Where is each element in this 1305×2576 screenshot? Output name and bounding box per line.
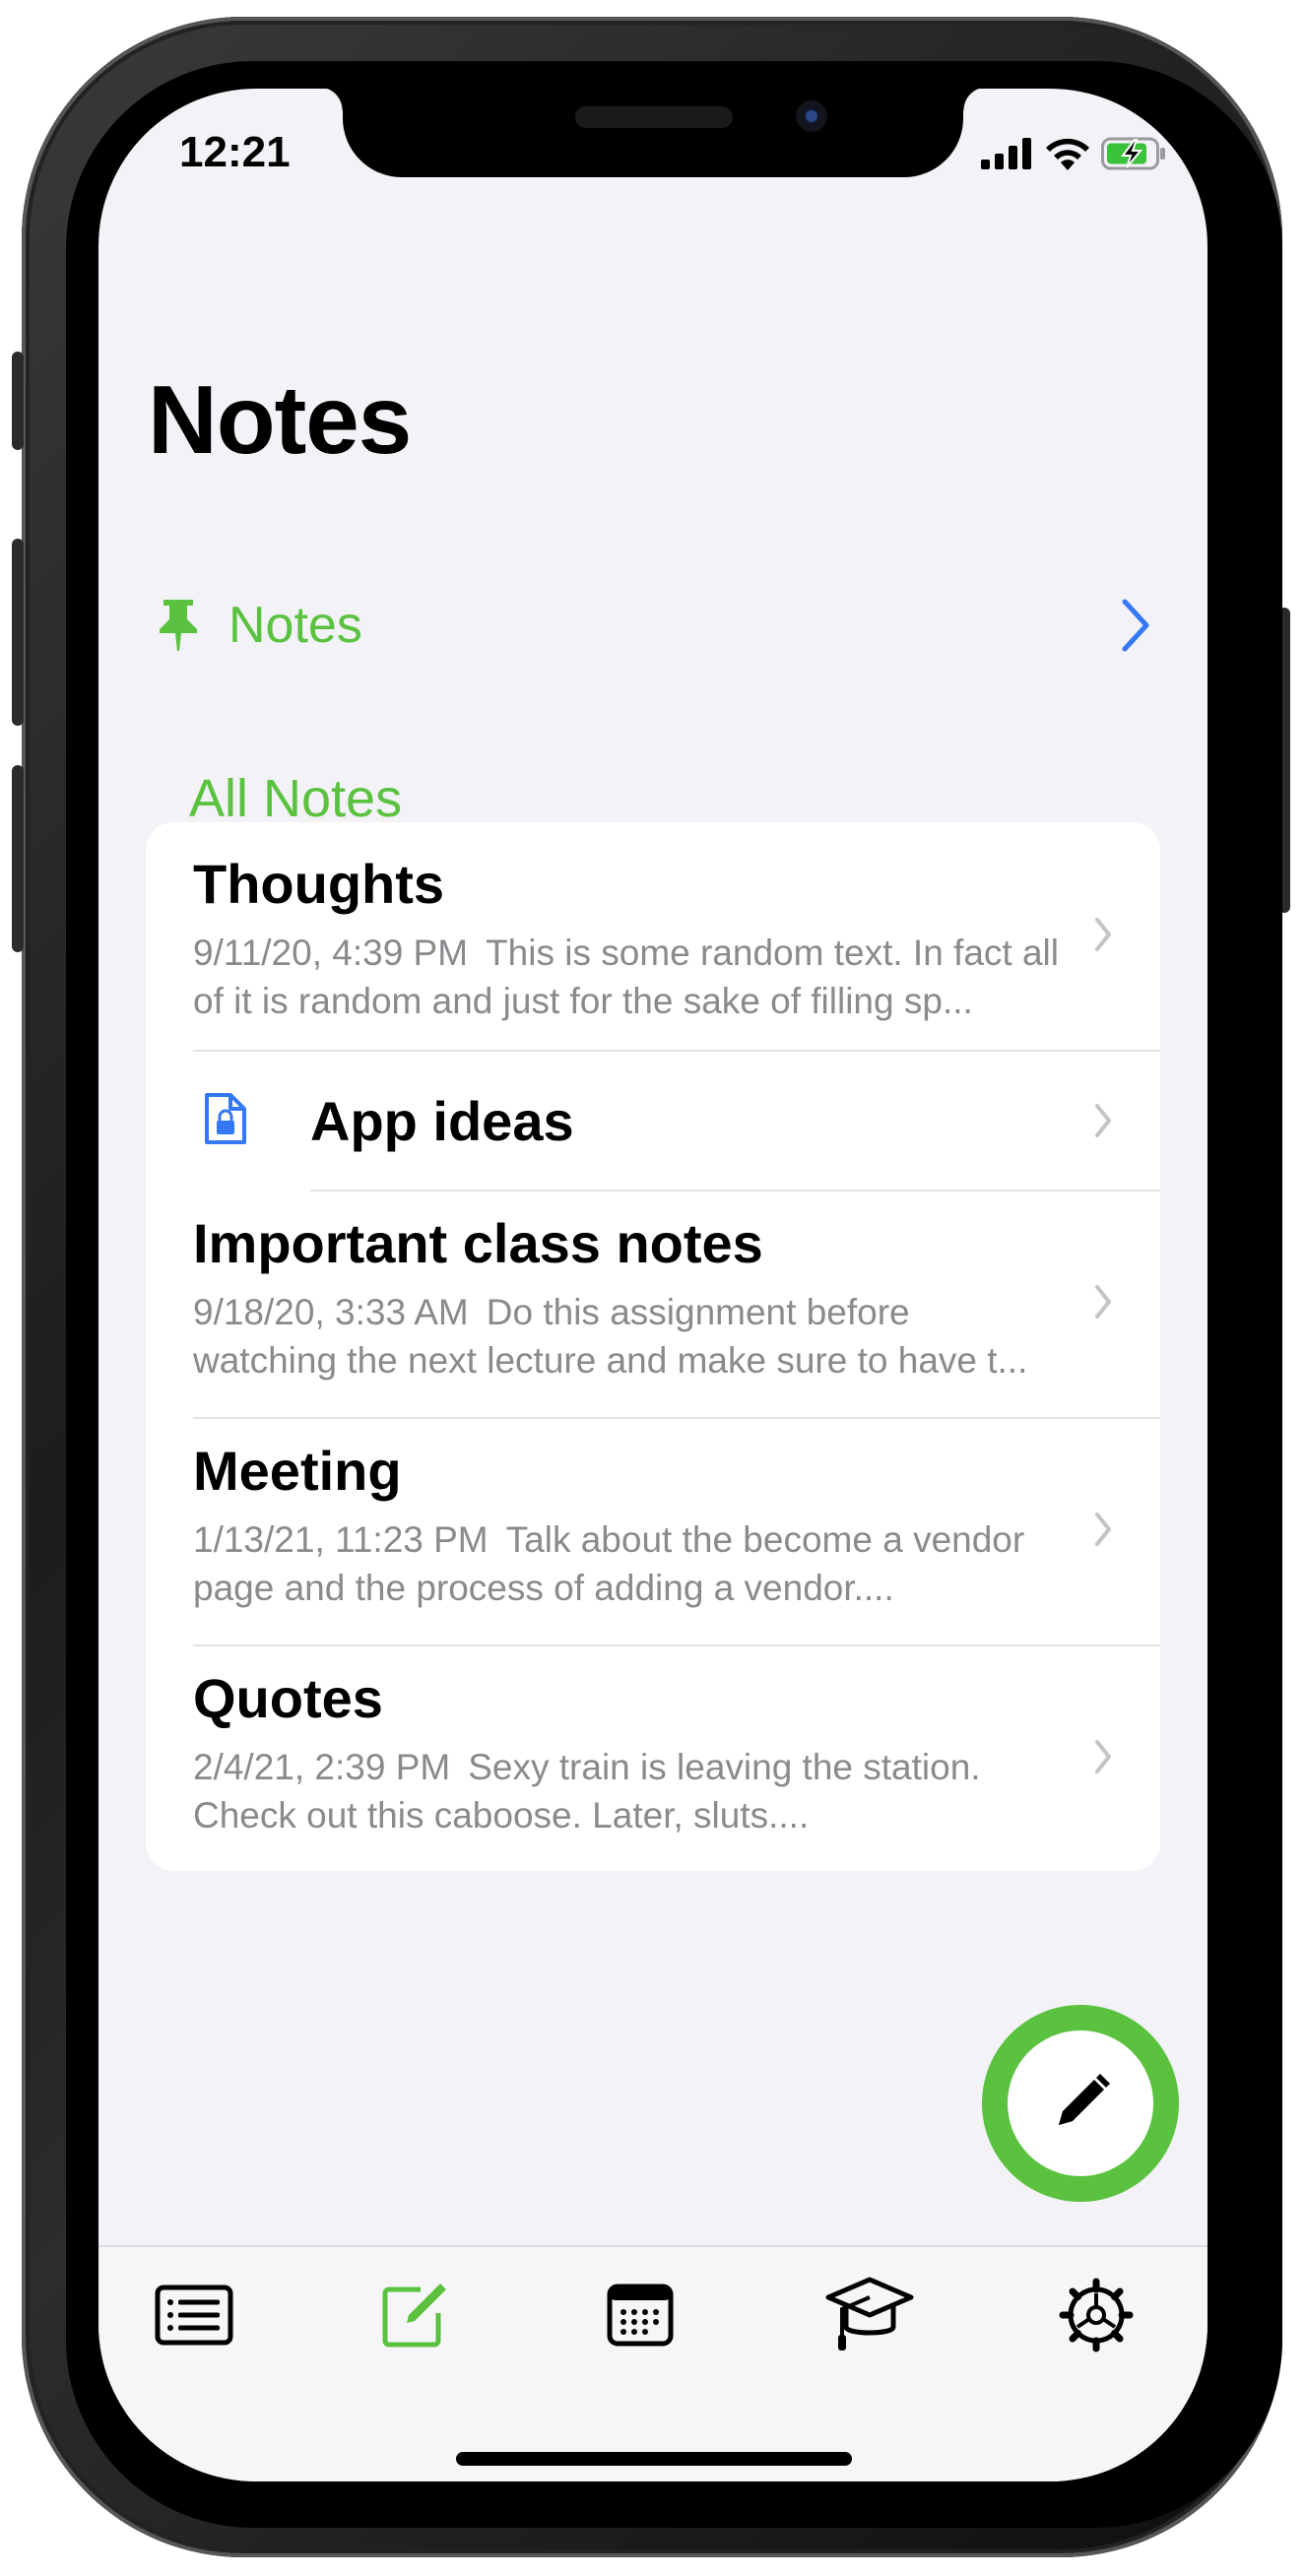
list-icon xyxy=(155,2285,233,2346)
page-title: Notes xyxy=(148,365,412,474)
speaker xyxy=(575,106,733,128)
wifi-icon xyxy=(1046,138,1089,170)
note-date: 1/13/21, 11:23 PM xyxy=(193,1519,489,1560)
graduation-cap-icon xyxy=(825,2277,914,2351)
note-date: 9/11/20, 4:39 PM xyxy=(193,933,469,973)
new-note-button-inner xyxy=(1008,2030,1153,2176)
chevron-right-icon xyxy=(1095,1104,1111,1137)
tab-bar xyxy=(98,2245,1207,2481)
chevron-right-icon xyxy=(1122,599,1149,652)
battery-icon xyxy=(1101,137,1165,170)
chevron-right-icon xyxy=(1095,918,1111,951)
note-subtitle: 1/13/21, 11:23 PM Talk about the become a… xyxy=(193,1515,1060,1612)
screen: 12:21 Notes Notes All Notes Thoughts 9/1… xyxy=(98,89,1207,2481)
locked-document-icon xyxy=(205,1093,246,1144)
note-date: 2/4/21, 2:39 PM xyxy=(193,1747,451,1787)
note-subtitle: 9/11/20, 4:39 PM This is some random text… xyxy=(193,929,1060,1025)
calendar-icon xyxy=(607,2284,674,2347)
note-title: App ideas xyxy=(310,1090,574,1152)
status-time: 12:21 xyxy=(179,128,291,176)
tab-classes[interactable] xyxy=(816,2271,924,2359)
pencil-icon xyxy=(1059,2074,1110,2125)
note-date: 9/18/20, 3:33 AM xyxy=(193,1292,469,1332)
section-header: All Notes xyxy=(189,769,403,828)
note-row-meeting[interactable]: Meeting 1/13/21, 11:23 PM Talk about the … xyxy=(146,1419,1160,1644)
note-row-important-class-notes[interactable]: Important class notes 9/18/20, 3:33 AM Do… xyxy=(146,1191,1160,1417)
front-camera xyxy=(796,100,827,132)
notes-list: Thoughts 9/11/20, 4:39 PM This is some ra… xyxy=(146,822,1160,1871)
compose-icon xyxy=(382,2284,446,2348)
tab-calendar[interactable] xyxy=(586,2271,694,2359)
new-note-button[interactable] xyxy=(982,2005,1179,2202)
note-subtitle: 2/4/21, 2:39 PM Sexy train is leaving the… xyxy=(193,1743,1060,1839)
tab-notes-list[interactable] xyxy=(140,2271,248,2359)
pinned-folder-row[interactable]: Notes xyxy=(158,586,1152,665)
pinned-folder-label: Notes xyxy=(228,597,362,654)
note-row-quotes[interactable]: Quotes 2/4/21, 2:39 PM Sexy train is leav… xyxy=(146,1646,1160,1871)
chevron-right-icon xyxy=(1095,1285,1111,1319)
mute-switch xyxy=(12,352,24,450)
chevron-right-icon xyxy=(1095,1740,1111,1773)
gear-icon xyxy=(1059,2278,1134,2352)
note-title: Thoughts xyxy=(193,853,445,915)
notch xyxy=(319,89,987,177)
note-row-thoughts[interactable]: Thoughts 9/11/20, 4:39 PM This is some ra… xyxy=(146,822,1160,1050)
tab-settings[interactable] xyxy=(1042,2271,1150,2359)
signal-icon xyxy=(981,138,1031,169)
volume-up-button xyxy=(12,539,24,726)
chevron-right-icon xyxy=(1095,1513,1111,1546)
tab-compose[interactable] xyxy=(362,2271,471,2359)
note-title: Quotes xyxy=(193,1667,383,1729)
volume-down-button xyxy=(12,765,24,952)
note-title: Important class notes xyxy=(193,1212,763,1274)
note-subtitle: 9/18/20, 3:33 AM Do this assignment befor… xyxy=(193,1288,1060,1385)
home-indicator[interactable] xyxy=(456,2452,852,2466)
pin-icon xyxy=(160,600,197,651)
note-title: Meeting xyxy=(193,1440,402,1502)
status-icons xyxy=(981,134,1166,173)
note-row-app-ideas[interactable]: App ideas xyxy=(146,1052,1160,1190)
